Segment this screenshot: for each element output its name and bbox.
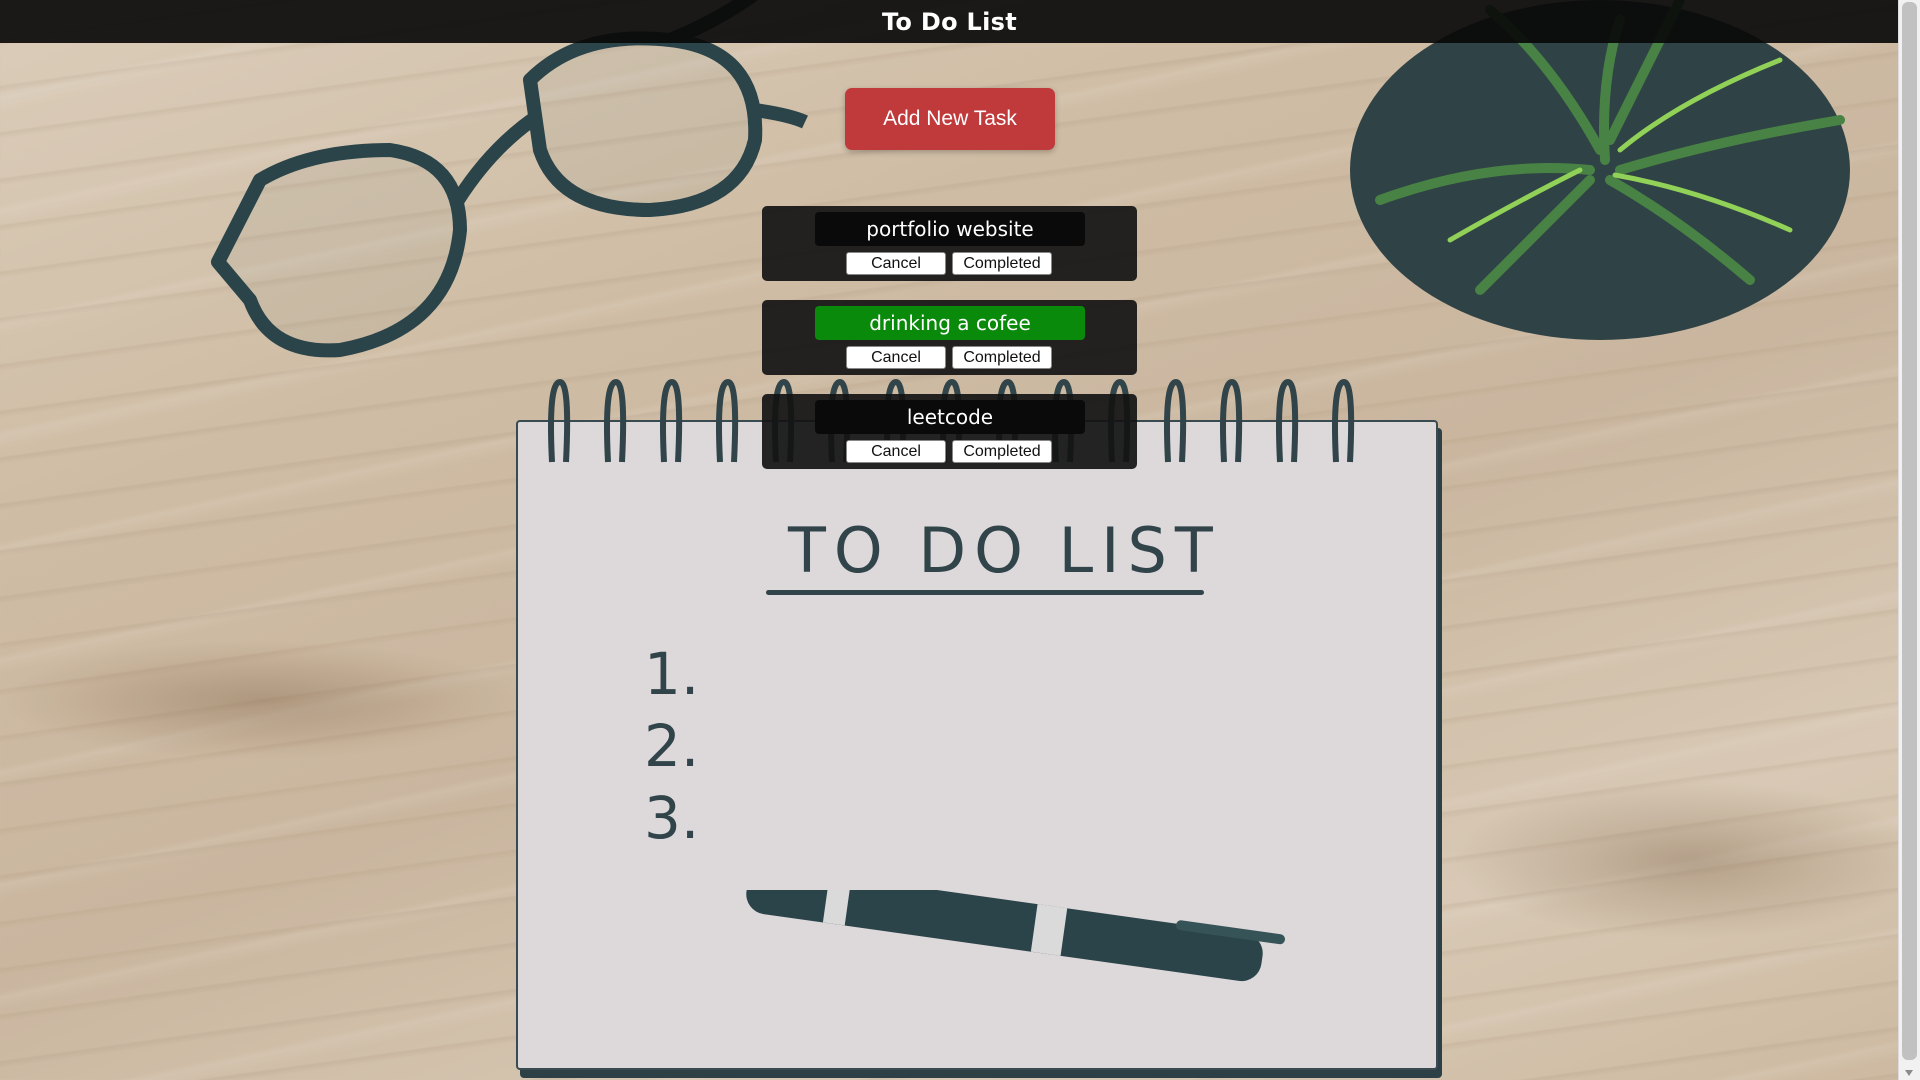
task-name-completed: drinking a cofee: [815, 306, 1085, 340]
notebook-number: 1.: [644, 640, 700, 708]
notebook-number: 2.: [644, 712, 700, 780]
task-actions: Cancel Completed: [846, 346, 1052, 369]
cancel-task-button[interactable]: Cancel: [846, 252, 946, 275]
wood-grain: [0, 640, 520, 760]
task-item: portfolio website Cancel Completed: [762, 206, 1137, 281]
scrollbar-thumb[interactable]: [1902, 2, 1917, 1060]
add-new-task-button[interactable]: Add New Task: [845, 88, 1055, 150]
pen-image: [746, 890, 1286, 982]
app-header: To Do List: [0, 0, 1899, 43]
complete-task-button[interactable]: Completed: [952, 346, 1052, 369]
cancel-task-button[interactable]: Cancel: [846, 346, 946, 369]
plant-image: [1350, 0, 1850, 340]
page-scrollbar[interactable]: [1898, 0, 1920, 1080]
task-name: portfolio website: [815, 212, 1085, 246]
notebook-title: TO DO LIST: [788, 514, 1221, 587]
scroll-down-arrow-icon[interactable]: [1905, 1070, 1913, 1076]
task-actions: Cancel Completed: [846, 440, 1052, 463]
task-name: leetcode: [815, 400, 1085, 434]
complete-task-button[interactable]: Completed: [952, 252, 1052, 275]
notebook-number: 3.: [644, 784, 700, 852]
task-list: portfolio website Cancel Completed drink…: [762, 206, 1137, 488]
complete-task-button[interactable]: Completed: [952, 440, 1052, 463]
cancel-task-button[interactable]: Cancel: [846, 440, 946, 463]
task-item: drinking a cofee Cancel Completed: [762, 300, 1137, 375]
wood-grain: [1450, 780, 1920, 940]
notebook-underline: [766, 590, 1204, 595]
page-title: To Do List: [881, 7, 1018, 36]
task-actions: Cancel Completed: [846, 252, 1052, 275]
glasses-image: [211, 0, 808, 358]
task-item: leetcode Cancel Completed: [762, 394, 1137, 469]
